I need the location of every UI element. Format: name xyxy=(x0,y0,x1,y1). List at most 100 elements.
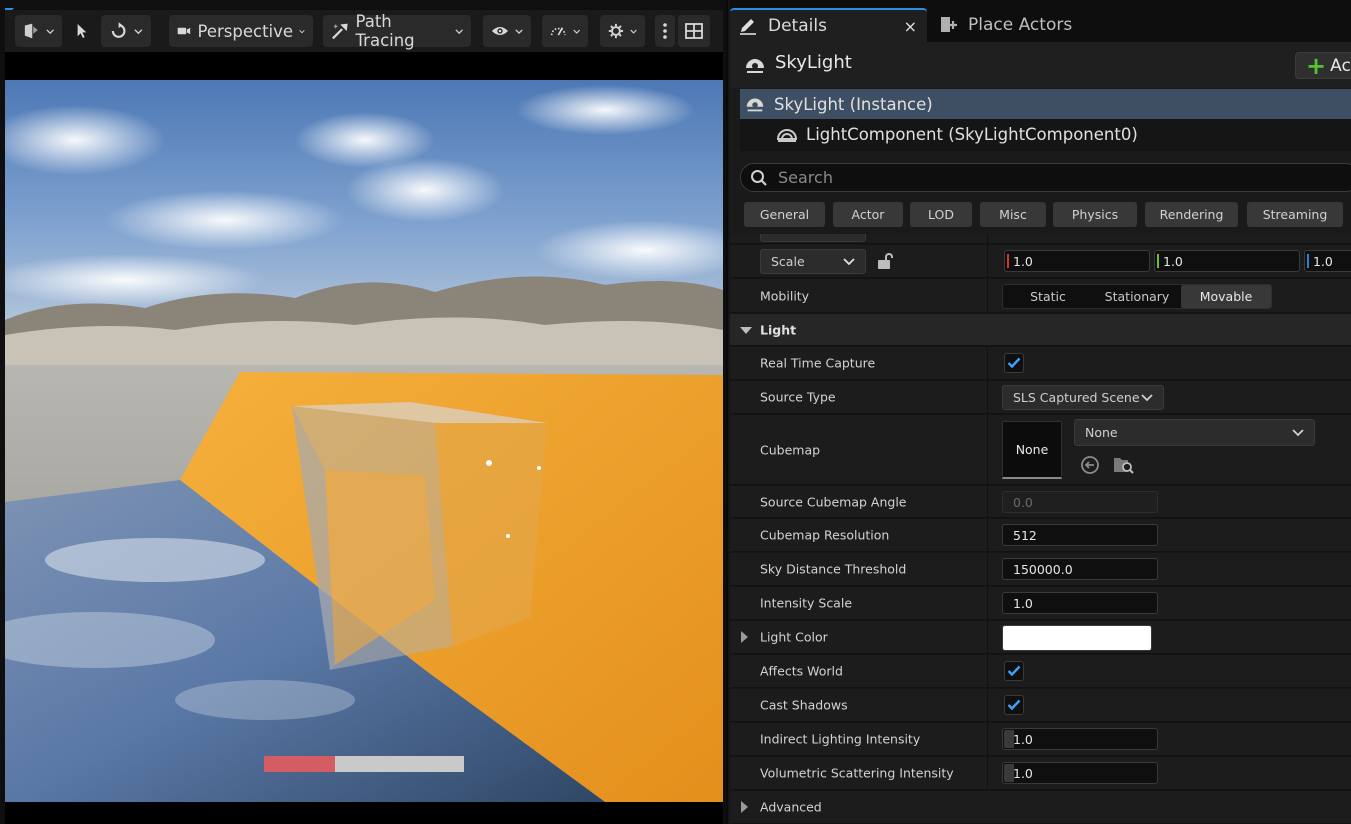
actor-header: SkyLight xyxy=(730,42,1351,88)
mobility-stationary-button[interactable]: Stationary xyxy=(1093,285,1181,308)
property-row-intensity-scale: Intensity Scale 1.0 xyxy=(730,587,1351,620)
level-viewport[interactable] xyxy=(5,52,723,802)
scale-dropdown[interactable]: Scale xyxy=(760,249,866,274)
cubemap-thumbnail[interactable]: None xyxy=(1002,421,1062,479)
cast-shadows-checkbox[interactable] xyxy=(1004,695,1024,715)
light-color-swatch[interactable] xyxy=(1002,625,1152,651)
performance-scalability-button[interactable] xyxy=(542,15,588,47)
property-row-volumetric-scattering-intensity: Volumetric Scattering Intensity 1.0 xyxy=(730,757,1351,790)
cubemap-asset-picker[interactable]: None xyxy=(1074,419,1315,446)
sky-distance-threshold-label: Sky Distance Threshold xyxy=(760,561,907,577)
plus-icon: + xyxy=(1306,51,1327,80)
mobility-movable-button[interactable]: Movable xyxy=(1181,285,1271,308)
component-label: SkyLight (Instance) xyxy=(774,94,933,114)
details-panel: Details × Place Actors SkyLight + Ac Sky… xyxy=(730,0,1351,824)
component-row-light-component[interactable]: LightComponent (SkyLightComponent0) xyxy=(740,119,1351,149)
editor-window: Perspective Path Tracing Details × Place… xyxy=(0,0,1351,824)
rotate-icon xyxy=(111,22,126,38)
property-row-sky-distance-threshold: Sky Distance Threshold 150000.0 xyxy=(730,553,1351,586)
select-tool-button[interactable] xyxy=(67,15,97,47)
camera-icon xyxy=(177,27,191,35)
indirect-lighting-intensity-label: Indirect Lighting Intensity xyxy=(760,731,921,747)
source-cubemap-angle-label: Source Cubemap Angle xyxy=(760,494,907,509)
details-search-input[interactable]: Search xyxy=(740,163,1351,192)
chevron-down-icon xyxy=(630,29,637,34)
transform-tool-button[interactable] xyxy=(101,15,151,47)
scale-x-field[interactable]: 1.0 xyxy=(1004,250,1150,272)
source-cubemap-angle-field[interactable]: 0.0 xyxy=(1002,491,1158,513)
view-mode-dropdown[interactable]: Path Tracing xyxy=(323,12,471,50)
volumetric-scattering-intensity-field[interactable]: 1.0 xyxy=(1002,762,1158,784)
intensity-scale-field[interactable]: 1.0 xyxy=(1002,592,1158,614)
filter-physics[interactable]: Physics xyxy=(1053,202,1137,227)
tab-details[interactable]: Details × xyxy=(730,8,927,42)
chevron-down-icon xyxy=(46,28,54,34)
select-mode-button[interactable] xyxy=(15,15,62,47)
cubemap-label: Cubemap xyxy=(760,442,821,457)
filter-streaming[interactable]: Streaming xyxy=(1247,202,1343,227)
source-type-dropdown[interactable]: SLS Captured Scene xyxy=(1002,385,1164,410)
search-placeholder: Search xyxy=(778,168,833,187)
skylight-icon xyxy=(746,59,764,73)
rotation-dropdown[interactable] xyxy=(760,234,866,242)
filter-lod[interactable]: LOD xyxy=(910,202,972,227)
column-divider xyxy=(987,553,988,585)
filter-misc[interactable]: Misc xyxy=(980,202,1046,227)
cubemap-value: None xyxy=(1085,425,1118,440)
real-time-capture-checkbox[interactable] xyxy=(1004,353,1024,373)
chevron-down-icon xyxy=(299,29,305,33)
real-time-capture-label: Real Time Capture xyxy=(760,355,876,371)
source-type-value: SLS Captured Scene xyxy=(1013,390,1140,405)
property-row-advanced[interactable]: Advanced xyxy=(730,791,1351,824)
viewport-layout-button[interactable] xyxy=(678,15,710,47)
tab-place-actors[interactable]: Place Actors xyxy=(930,8,1130,42)
affects-world-checkbox[interactable] xyxy=(1004,661,1024,681)
chevron-down-icon xyxy=(1141,394,1153,402)
component-label: LightComponent (SkyLightComponent0) xyxy=(806,124,1138,144)
unlock-icon[interactable] xyxy=(876,252,894,270)
indirect-lighting-intensity-field[interactable]: 1.0 xyxy=(1002,728,1158,750)
show-flags-button[interactable] xyxy=(483,15,531,47)
filter-actor[interactable]: Actor xyxy=(833,202,903,227)
sky-distance-threshold-field[interactable]: 150000.0 xyxy=(1002,558,1158,580)
pencil-icon xyxy=(740,19,756,35)
path-tracing-icon xyxy=(332,23,348,40)
column-divider xyxy=(987,415,988,484)
property-row-real-time-capture: Real Time Capture xyxy=(730,347,1351,380)
add-component-button[interactable]: + Ac xyxy=(1295,52,1351,79)
use-selected-asset-icon[interactable] xyxy=(1080,455,1100,475)
rendered-scene[interactable] xyxy=(5,80,723,802)
path-tracing-progress-bar xyxy=(264,756,464,772)
filter-general[interactable]: General xyxy=(744,202,825,227)
scale-z-field[interactable]: 1.0 xyxy=(1304,250,1351,272)
cubemap-resolution-field[interactable]: 512 xyxy=(1002,524,1158,546)
mobility-static-button[interactable]: Static xyxy=(1003,285,1093,308)
tab-details-label: Details xyxy=(768,16,827,36)
cursor-arrow-icon xyxy=(77,24,87,38)
category-filter-bar: General Actor LOD Misc Physics Rendering… xyxy=(730,198,1351,234)
close-tab-button[interactable]: × xyxy=(904,17,917,36)
actor-name[interactable]: SkyLight xyxy=(775,52,852,73)
viewport-settings-button[interactable] xyxy=(600,15,645,47)
view-mode-label: Path Tracing xyxy=(355,12,415,50)
property-row-source-type: Source Type SLS Captured Scene xyxy=(730,381,1351,414)
filter-rendering[interactable]: Rendering xyxy=(1145,202,1238,227)
browse-asset-icon[interactable] xyxy=(1112,455,1134,475)
perspective-dropdown[interactable]: Perspective xyxy=(169,15,313,47)
category-light-header[interactable]: Light xyxy=(730,314,1351,346)
scale-y-field[interactable]: 1.0 xyxy=(1154,250,1300,272)
column-divider xyxy=(987,234,988,243)
expand-arrow-icon[interactable] xyxy=(741,631,748,643)
affects-world-label: Affects World xyxy=(760,663,843,679)
property-row-mobility: Mobility Static Stationary Movable xyxy=(730,279,1351,313)
component-row-skylight-instance[interactable]: SkyLight (Instance) xyxy=(740,89,1351,119)
property-list: Scale 1.0 1.0 1.0 Mobility Static Statio… xyxy=(730,234,1351,824)
column-divider xyxy=(987,621,988,653)
column-divider xyxy=(987,757,988,789)
chevron-down-icon xyxy=(572,29,580,34)
column-divider xyxy=(987,381,988,413)
tab-place-actors-label: Place Actors xyxy=(968,15,1073,35)
column-divider xyxy=(987,723,988,755)
tab-bar: Details × Place Actors xyxy=(730,0,1351,42)
viewport-options-menu[interactable] xyxy=(655,15,675,47)
